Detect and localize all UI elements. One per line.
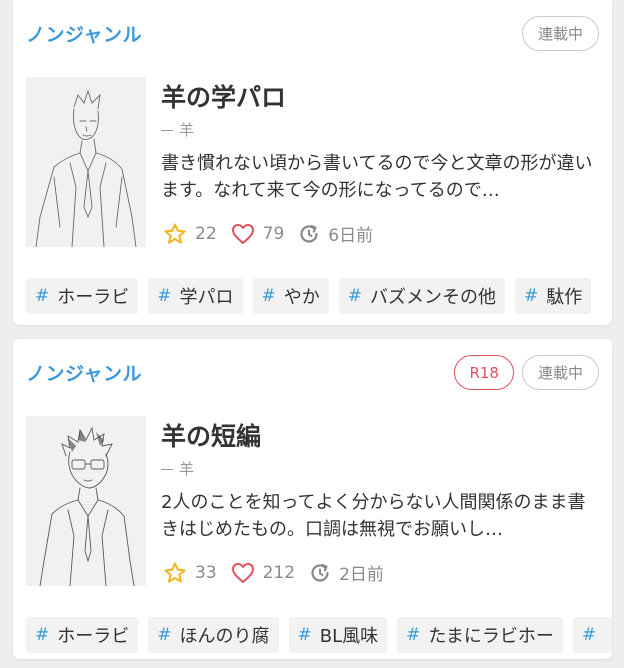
- tag-label: ホーラビ: [57, 626, 130, 647]
- tag-label: BL風味: [319, 626, 379, 647]
- hash-icon: #: [524, 286, 539, 306]
- badge-group: R18 連載中: [454, 355, 599, 390]
- tag-label: ほんのり腐: [179, 626, 270, 647]
- updated-time: 2日前: [309, 560, 384, 585]
- star-count: 33: [163, 561, 217, 585]
- cover-illustration: [26, 77, 146, 247]
- star-count: 22: [163, 222, 217, 246]
- tag-label: ホーラビ: [57, 287, 130, 308]
- genre-label[interactable]: ノンジャンル: [26, 359, 142, 386]
- hash-icon: #: [261, 286, 276, 306]
- like-count-value: 212: [262, 562, 296, 583]
- hash-icon: #: [347, 286, 362, 306]
- work-description: 2人のことを知ってよく分からない人間関係のまま書きはじめたもの。口調は無視でお願…: [161, 492, 586, 540]
- tag-label: たまにラビホー: [428, 626, 554, 647]
- cover-illustration: [26, 416, 146, 586]
- tag[interactable]: # バズメンその他: [338, 278, 505, 314]
- cover-image[interactable]: [26, 416, 146, 586]
- hash-icon: #: [35, 286, 50, 306]
- star-icon: [164, 562, 186, 583]
- tag[interactable]: # やか: [252, 278, 329, 314]
- tag[interactable]: #: [572, 617, 612, 653]
- cover-image[interactable]: [26, 77, 146, 247]
- like-count: 212: [231, 562, 295, 584]
- hash-icon: #: [297, 625, 312, 645]
- star-icon: [164, 223, 186, 244]
- hash-icon: #: [581, 625, 597, 645]
- tag-label: 学パロ: [179, 287, 234, 308]
- dash-icon: [161, 130, 173, 131]
- work-card[interactable]: ノンジャンル R18 連載中 羊の短編 羊 2人のことを知ってよく分からない人間…: [13, 339, 612, 659]
- hash-icon: #: [35, 625, 50, 645]
- tag[interactable]: # たまにラビホー: [397, 617, 563, 653]
- tag-label: やか: [283, 287, 320, 308]
- tag-list: # ホーラビ # ほんのり腐 # BL風味 # たまにラビホー #: [26, 617, 612, 653]
- star-count-value: 33: [195, 562, 217, 583]
- r18-badge: R18: [454, 355, 514, 390]
- work-title[interactable]: 羊の短編: [161, 417, 261, 453]
- author-name[interactable]: 羊: [161, 458, 194, 479]
- tag[interactable]: # ホーラビ: [26, 278, 139, 314]
- author-name[interactable]: 羊: [161, 119, 194, 140]
- tag[interactable]: # 学パロ: [148, 278, 243, 314]
- tag[interactable]: # 駄作: [515, 278, 592, 314]
- tag-label: バズメンその他: [370, 287, 496, 308]
- hash-icon: #: [157, 286, 172, 306]
- work-stats: 22 79 6日前: [163, 221, 387, 246]
- tag[interactable]: # ほんのり腐: [148, 617, 279, 653]
- updated-time-value: 2日前: [339, 565, 384, 585]
- tag[interactable]: # BL風味: [288, 617, 388, 653]
- heart-icon: [231, 223, 254, 244]
- hash-icon: #: [157, 625, 172, 645]
- updated-time: 6日前: [298, 221, 373, 246]
- star-count-value: 22: [195, 223, 217, 244]
- badge-group: 連載中: [521, 16, 599, 51]
- status-badge: 連載中: [521, 16, 599, 51]
- genre-label[interactable]: ノンジャンル: [26, 20, 142, 47]
- clock-refresh-icon: [300, 224, 318, 243]
- work-stats: 33 212 2日前: [163, 560, 398, 585]
- clock-refresh-icon: [311, 563, 329, 582]
- updated-time-value: 6日前: [328, 226, 374, 246]
- work-description: 書き慣れない頃から書いてるので今と文章の形が違います。なれて来て今の形になってる…: [161, 153, 593, 201]
- status-badge: 連載中: [521, 355, 599, 390]
- tag-list: # ホーラビ # 学パロ # やか # バズメンその他 # 駄作: [26, 278, 592, 314]
- heart-icon: [231, 562, 254, 583]
- dash-icon: [161, 469, 173, 470]
- work-title[interactable]: 羊の学パロ: [161, 78, 286, 114]
- author-label: 羊: [179, 460, 195, 478]
- tag-label: 駄作: [546, 287, 583, 308]
- like-count: 79: [231, 223, 285, 245]
- tag[interactable]: # ホーラビ: [26, 617, 139, 653]
- work-card[interactable]: ノンジャンル 連載中 羊の学パロ 羊 書き慣れない頃から書いてるので今と文章の形: [13, 0, 612, 325]
- author-label: 羊: [179, 121, 195, 139]
- hash-icon: #: [406, 625, 421, 645]
- like-count-value: 79: [262, 223, 285, 244]
